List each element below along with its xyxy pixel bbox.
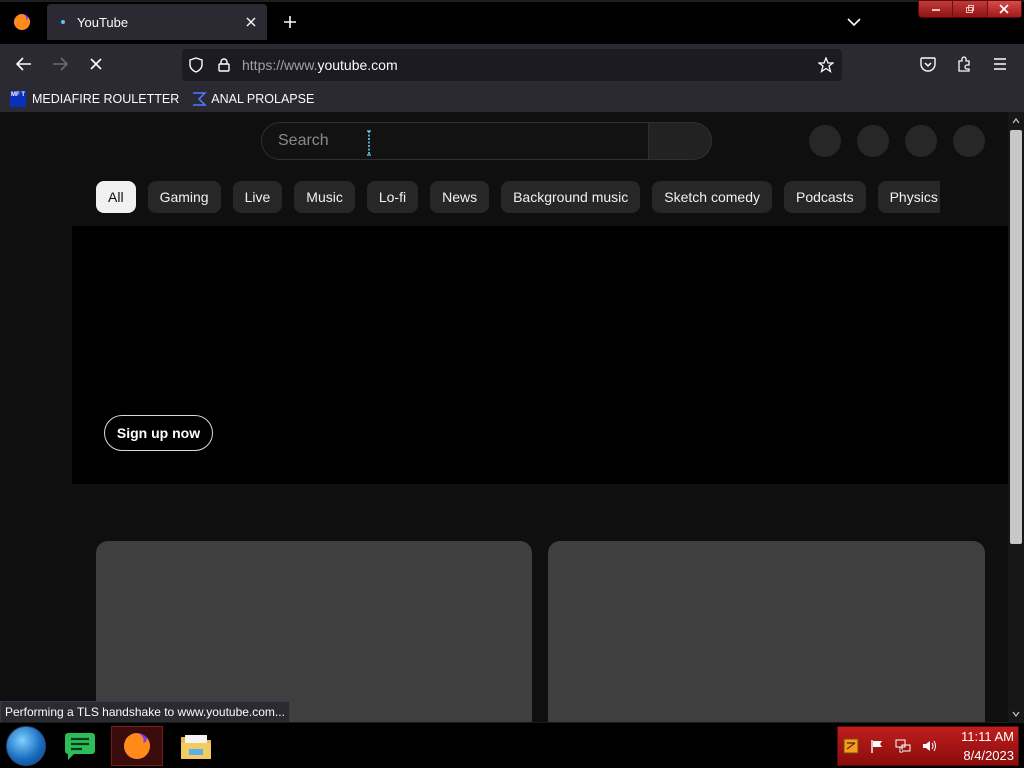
window-controls: [918, 0, 1022, 18]
scrollbar-thumb[interactable]: [1010, 130, 1022, 544]
action-center-flag-icon[interactable]: [869, 738, 885, 754]
promo-banner: [72, 226, 1008, 484]
close-tab-icon[interactable]: [239, 10, 263, 34]
notes-app-icon[interactable]: [54, 726, 106, 766]
url-bar[interactable]: https://www.youtube.com: [182, 49, 842, 81]
start-button[interactable]: [6, 726, 46, 766]
avatar-placeholder[interactable]: [953, 125, 985, 157]
bookmark-label: ANAL PROLAPSE: [211, 92, 315, 106]
avatar-placeholder[interactable]: [905, 125, 937, 157]
new-tab-button[interactable]: [276, 8, 304, 36]
tray-app-icon[interactable]: [843, 738, 859, 754]
network-icon[interactable]: [895, 738, 911, 754]
pocket-icon[interactable]: [912, 48, 944, 80]
bookmark-mediafire[interactable]: MF T MEDIAFIRE ROULETTER: [10, 91, 179, 107]
chip-all[interactable]: All: [96, 181, 136, 213]
shield-icon[interactable]: [182, 51, 210, 79]
chip-lofi[interactable]: Lo-fi: [366, 181, 419, 213]
url-text: https://www.youtube.com: [242, 57, 398, 73]
volume-icon[interactable]: [921, 738, 937, 754]
bookmark-star-icon[interactable]: [812, 51, 840, 79]
chip-live[interactable]: Live: [232, 181, 283, 213]
scroll-up-icon[interactable]: [1008, 114, 1024, 128]
lock-icon[interactable]: [210, 51, 238, 79]
chip-gaming[interactable]: Gaming: [147, 181, 221, 213]
chip-news[interactable]: News: [430, 181, 490, 213]
firefox-icon[interactable]: [0, 2, 44, 42]
mediafire-icon: MF T: [10, 91, 26, 107]
filter-chips: All Gaming Live Music Lo-fi News Backgro…: [96, 181, 940, 213]
chip-background-music[interactable]: Background music: [501, 181, 641, 213]
search-button[interactable]: [648, 122, 712, 160]
tab-title: YouTube: [77, 14, 129, 30]
avatar-placeholder[interactable]: [809, 125, 841, 157]
clock[interactable]: 11:11 AM 8/4/2023: [938, 727, 1014, 765]
firefox-taskbar-icon[interactable]: [111, 726, 163, 766]
tray-icons: [843, 738, 947, 754]
bookmark-label: MEDIAFIRE ROULETTER: [32, 92, 180, 106]
extensions-icon[interactable]: [948, 48, 980, 80]
close-window-icon[interactable]: [987, 1, 1021, 17]
restore-icon[interactable]: [953, 1, 988, 17]
chip-music[interactable]: Music: [294, 181, 355, 213]
scroll-down-icon[interactable]: [1008, 707, 1024, 721]
clock-date: 8/4/2023: [963, 748, 1014, 763]
loading-dot-icon: [61, 20, 65, 24]
minimize-icon[interactable]: [919, 1, 954, 17]
forward-button[interactable]: [44, 48, 76, 80]
sigma-icon: [191, 91, 208, 107]
tab-youtube[interactable]: YouTube: [47, 4, 267, 40]
list-all-tabs-icon[interactable]: [840, 8, 868, 36]
sign-up-button[interactable]: Sign up now: [104, 415, 213, 451]
avatar-placeholder[interactable]: [857, 125, 889, 157]
chip-physics[interactable]: Physics: [877, 181, 940, 213]
stop-loading-button[interactable]: [80, 48, 112, 80]
back-button[interactable]: [8, 48, 40, 80]
search-input[interactable]: Search: [261, 122, 649, 160]
chip-podcasts[interactable]: Podcasts: [783, 181, 866, 213]
text-cursor-icon: [366, 130, 372, 156]
clock-time: 11:11 AM: [961, 729, 1014, 744]
bookmark-sigma[interactable]: ANAL PROLAPSE: [191, 91, 314, 107]
youtube-page: Search All Gaming Live Music Lo-fi News …: [0, 112, 1008, 722]
chip-sketch-comedy[interactable]: Sketch comedy: [652, 181, 772, 213]
file-explorer-icon[interactable]: [170, 726, 222, 766]
bookmarks-toolbar: MF T MEDIAFIRE ROULETTER ANAL PROLAPSE: [0, 86, 1024, 112]
menu-icon[interactable]: [984, 48, 1016, 80]
status-bar: Performing a TLS handshake to www.youtub…: [0, 701, 290, 723]
video-thumbnail-placeholder[interactable]: [548, 541, 985, 722]
video-thumbnail-placeholder[interactable]: [96, 541, 532, 722]
